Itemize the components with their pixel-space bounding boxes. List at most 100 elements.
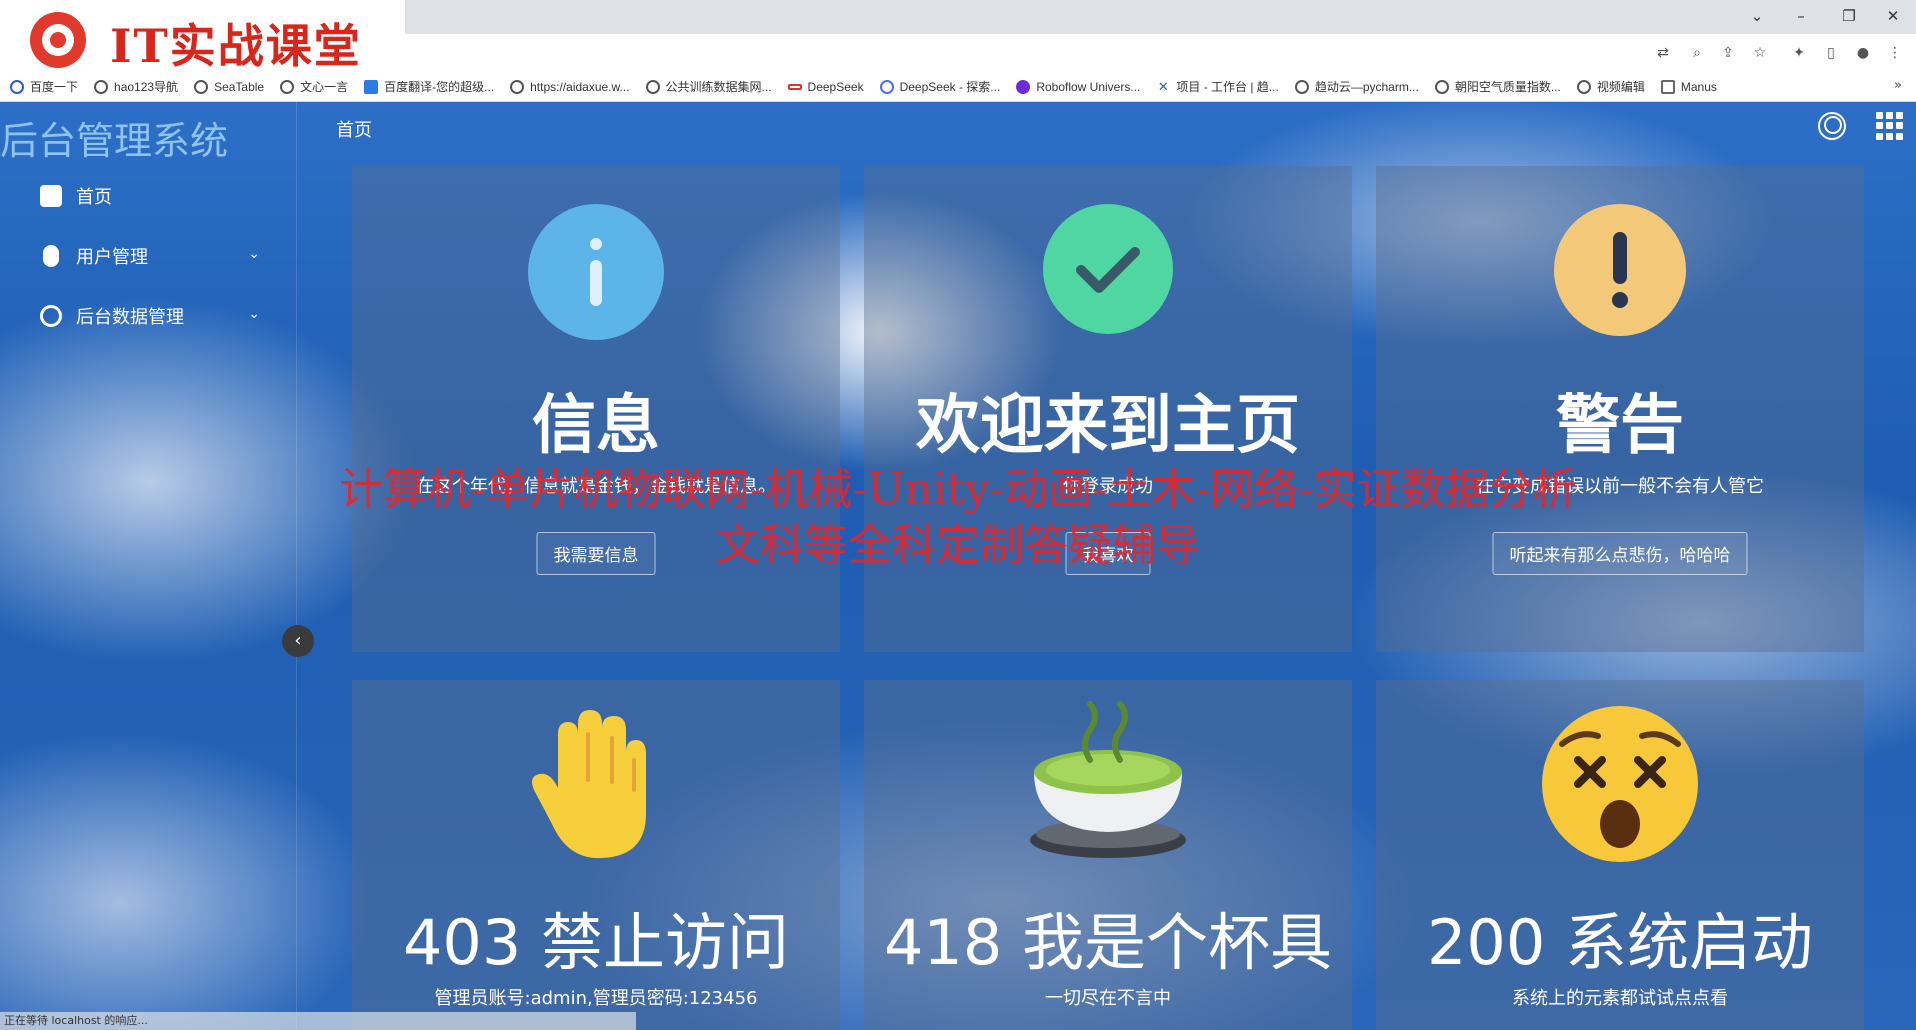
globe-icon <box>1294 79 1309 94</box>
cup-icon <box>40 185 62 207</box>
chevron-down-icon: ⌄ <box>248 306 260 322</box>
bookmark-label: Roboflow Univers... <box>1036 79 1141 94</box>
globe-icon <box>194 79 209 94</box>
stat-description: 管理员账号:admin,管理员密码:123456 <box>434 988 758 1009</box>
bookmark-label: 项目 - 工作台 | 趋... <box>1176 80 1279 94</box>
chevron-down-icon: ⌄ <box>248 246 260 262</box>
bookmark-item[interactable]: DeepSeek <box>787 75 864 99</box>
brand-title: 后台管理系统 <box>0 119 229 163</box>
stat-title: 418 我是个杯具 <box>883 906 1333 979</box>
card-200: 200 系统启动 系统上的元素都试试点点看 <box>1376 680 1864 1030</box>
bookmark-item[interactable]: 文心一言 <box>280 75 348 99</box>
card-welcome: 欢迎来到主页 你登录成功 我喜欢 <box>864 166 1352 652</box>
bookmark-item[interactable]: https://aidaxue.w... <box>510 75 630 99</box>
restore-button[interactable]: ❐ <box>1834 4 1864 28</box>
bookmark-item[interactable]: 趋动云—pycharm... <box>1294 75 1419 99</box>
gear-icon <box>40 305 62 327</box>
bookmark-label: 公共训练数据集网... <box>665 80 772 94</box>
bookmark-item[interactable]: 视频编辑 <box>1576 75 1645 99</box>
globe-icon <box>1576 79 1591 94</box>
stat-description: 系统上的元素都试试点点看 <box>1512 988 1728 1009</box>
share-icon[interactable]: ⇪ <box>1717 42 1739 64</box>
bookmark-label: DeepSeek <box>807 79 864 94</box>
stat-title: 403 禁止访问 <box>402 906 790 979</box>
bookmark-item[interactable]: Manus <box>1660 75 1717 99</box>
raised-hand-icon <box>528 704 664 864</box>
bookmarks-bar: 百度一下 hao123导航 SeaTable 文心一言 百度翻译-您的超级...… <box>0 72 1916 102</box>
close-window-button[interactable]: ✕ <box>1878 4 1908 28</box>
theme-icon[interactable] <box>1818 112 1846 140</box>
check-icon <box>1043 204 1173 334</box>
tea-cup-icon <box>1024 700 1192 868</box>
globe-icon <box>510 79 525 94</box>
bookmark-item[interactable]: 百度翻译-您的超级... <box>364 75 494 99</box>
status-bar: 正在等待 localhost 的响应... <box>0 1012 636 1030</box>
bookmark-label: 文心一言 <box>300 80 349 94</box>
side-panel-icon[interactable]: ▯ <box>1820 42 1842 64</box>
bookmark-item[interactable]: 朝阳空气质量指数... <box>1434 75 1561 99</box>
bookmark-star-icon[interactable]: ☆ <box>1749 42 1771 64</box>
sidebar-item-home[interactable]: 首页 <box>40 176 280 216</box>
sidebar-item-data-management[interactable]: 后台数据管理 ⌄ <box>40 296 280 336</box>
stat-description: 一切尽在不言中 <box>1045 988 1171 1009</box>
translate-icon[interactable]: ⇄ <box>1652 42 1674 64</box>
card-title: 信息 <box>532 389 660 463</box>
roboflow-icon <box>1016 79 1031 94</box>
globe-icon <box>94 79 109 94</box>
apps-grid-icon[interactable] <box>1876 112 1904 140</box>
bookmark-label: DeepSeek - 探索... <box>899 80 1001 94</box>
bookmark-label: 朝阳空气质量指数... <box>1454 80 1561 94</box>
card-title: 警告 <box>1556 389 1684 463</box>
breadcrumb[interactable]: 首页 <box>336 116 372 142</box>
sidebar-item-label: 用户管理 <box>76 247 148 268</box>
globe-icon <box>645 79 660 94</box>
watch-icon <box>43 245 59 267</box>
stat-title: 200 系统启动 <box>1426 906 1814 979</box>
bookmark-label: https://aidaxue.w... <box>530 79 630 94</box>
sidebar-collapse-button[interactable]: ‹ <box>282 625 314 657</box>
watermark-line: 计算机-单片机物联网-机械-Unity-动画-土木-网络-实证数据分析 <box>338 464 1578 515</box>
bookmark-item[interactable]: Roboflow Univers... <box>1016 75 1140 99</box>
logo: IT实战课堂 <box>0 0 405 73</box>
profile-icon[interactable]: ● <box>1852 42 1874 64</box>
dizzy-face-icon <box>1540 704 1700 864</box>
deepseek-icon <box>787 83 802 90</box>
watermark: 计算机-单片机物联网-机械-Unity-动画-土木-网络-实证数据分析 文科等全… <box>0 462 1916 574</box>
card-info: 信息 在这个年代，信息就是金钱，金钱就是信息。 我需要信息 <box>352 166 840 652</box>
bookmark-item[interactable]: hao123导航 <box>94 75 178 99</box>
card-418: 418 我是个杯具 一切尽在不言中 <box>864 680 1352 1030</box>
menu-kebab-icon[interactable]: ⋮ <box>1884 42 1906 64</box>
bookmark-item[interactable]: 公共训练数据集网... <box>645 75 772 99</box>
sidebar-item-label: 首页 <box>76 187 112 208</box>
bookmark-label: 百度翻译-您的超级... <box>384 80 495 94</box>
bookmark-label: 视频编辑 <box>1596 80 1645 94</box>
bookmark-item[interactable]: DeepSeek - 探索... <box>879 75 1001 99</box>
tab-search-chevron-icon[interactable]: ⌄ <box>1742 4 1772 28</box>
paw-icon <box>10 79 24 94</box>
watermark-line: 文科等全科定制答疑辅导 <box>716 520 1200 571</box>
bookmark-label: 趋动云—pycharm... <box>1314 80 1419 94</box>
x-icon: ✕ <box>1157 78 1169 94</box>
whale-icon <box>879 79 894 94</box>
logo-text: IT实战课堂 <box>110 19 362 73</box>
bookmarks-overflow-button[interactable]: » <box>1894 78 1902 93</box>
zoom-icon[interactable]: ⌕ <box>1686 42 1708 64</box>
translate-icon <box>364 79 379 94</box>
globe-icon <box>280 79 295 94</box>
card-title: 欢迎来到主页 <box>916 389 1300 463</box>
bookmark-label: hao123导航 <box>114 80 179 94</box>
bookmark-label: SeaTable <box>214 79 265 94</box>
manus-icon <box>1660 79 1675 94</box>
sidebar-item-user-management[interactable]: 用户管理 ⌄ <box>40 236 280 276</box>
card-warning: 警告 在它变成错误以前一般不会有人管它 听起来有那么点悲伤，哈哈哈 <box>1376 166 1864 652</box>
bookmark-label: Manus <box>1680 79 1717 94</box>
minimize-button[interactable]: – <box>1786 4 1816 28</box>
globe-icon <box>1434 79 1449 94</box>
bookmark-item[interactable]: ✕ 项目 - 工作台 | 趋... <box>1156 75 1279 99</box>
exclamation-icon <box>1554 204 1686 336</box>
bookmark-item[interactable]: 百度一下 <box>10 75 78 99</box>
bookmark-item[interactable]: SeaTable <box>194 75 264 99</box>
info-icon <box>528 204 664 340</box>
logo-mark-icon <box>30 12 86 68</box>
extensions-icon[interactable]: ✦ <box>1788 42 1810 64</box>
